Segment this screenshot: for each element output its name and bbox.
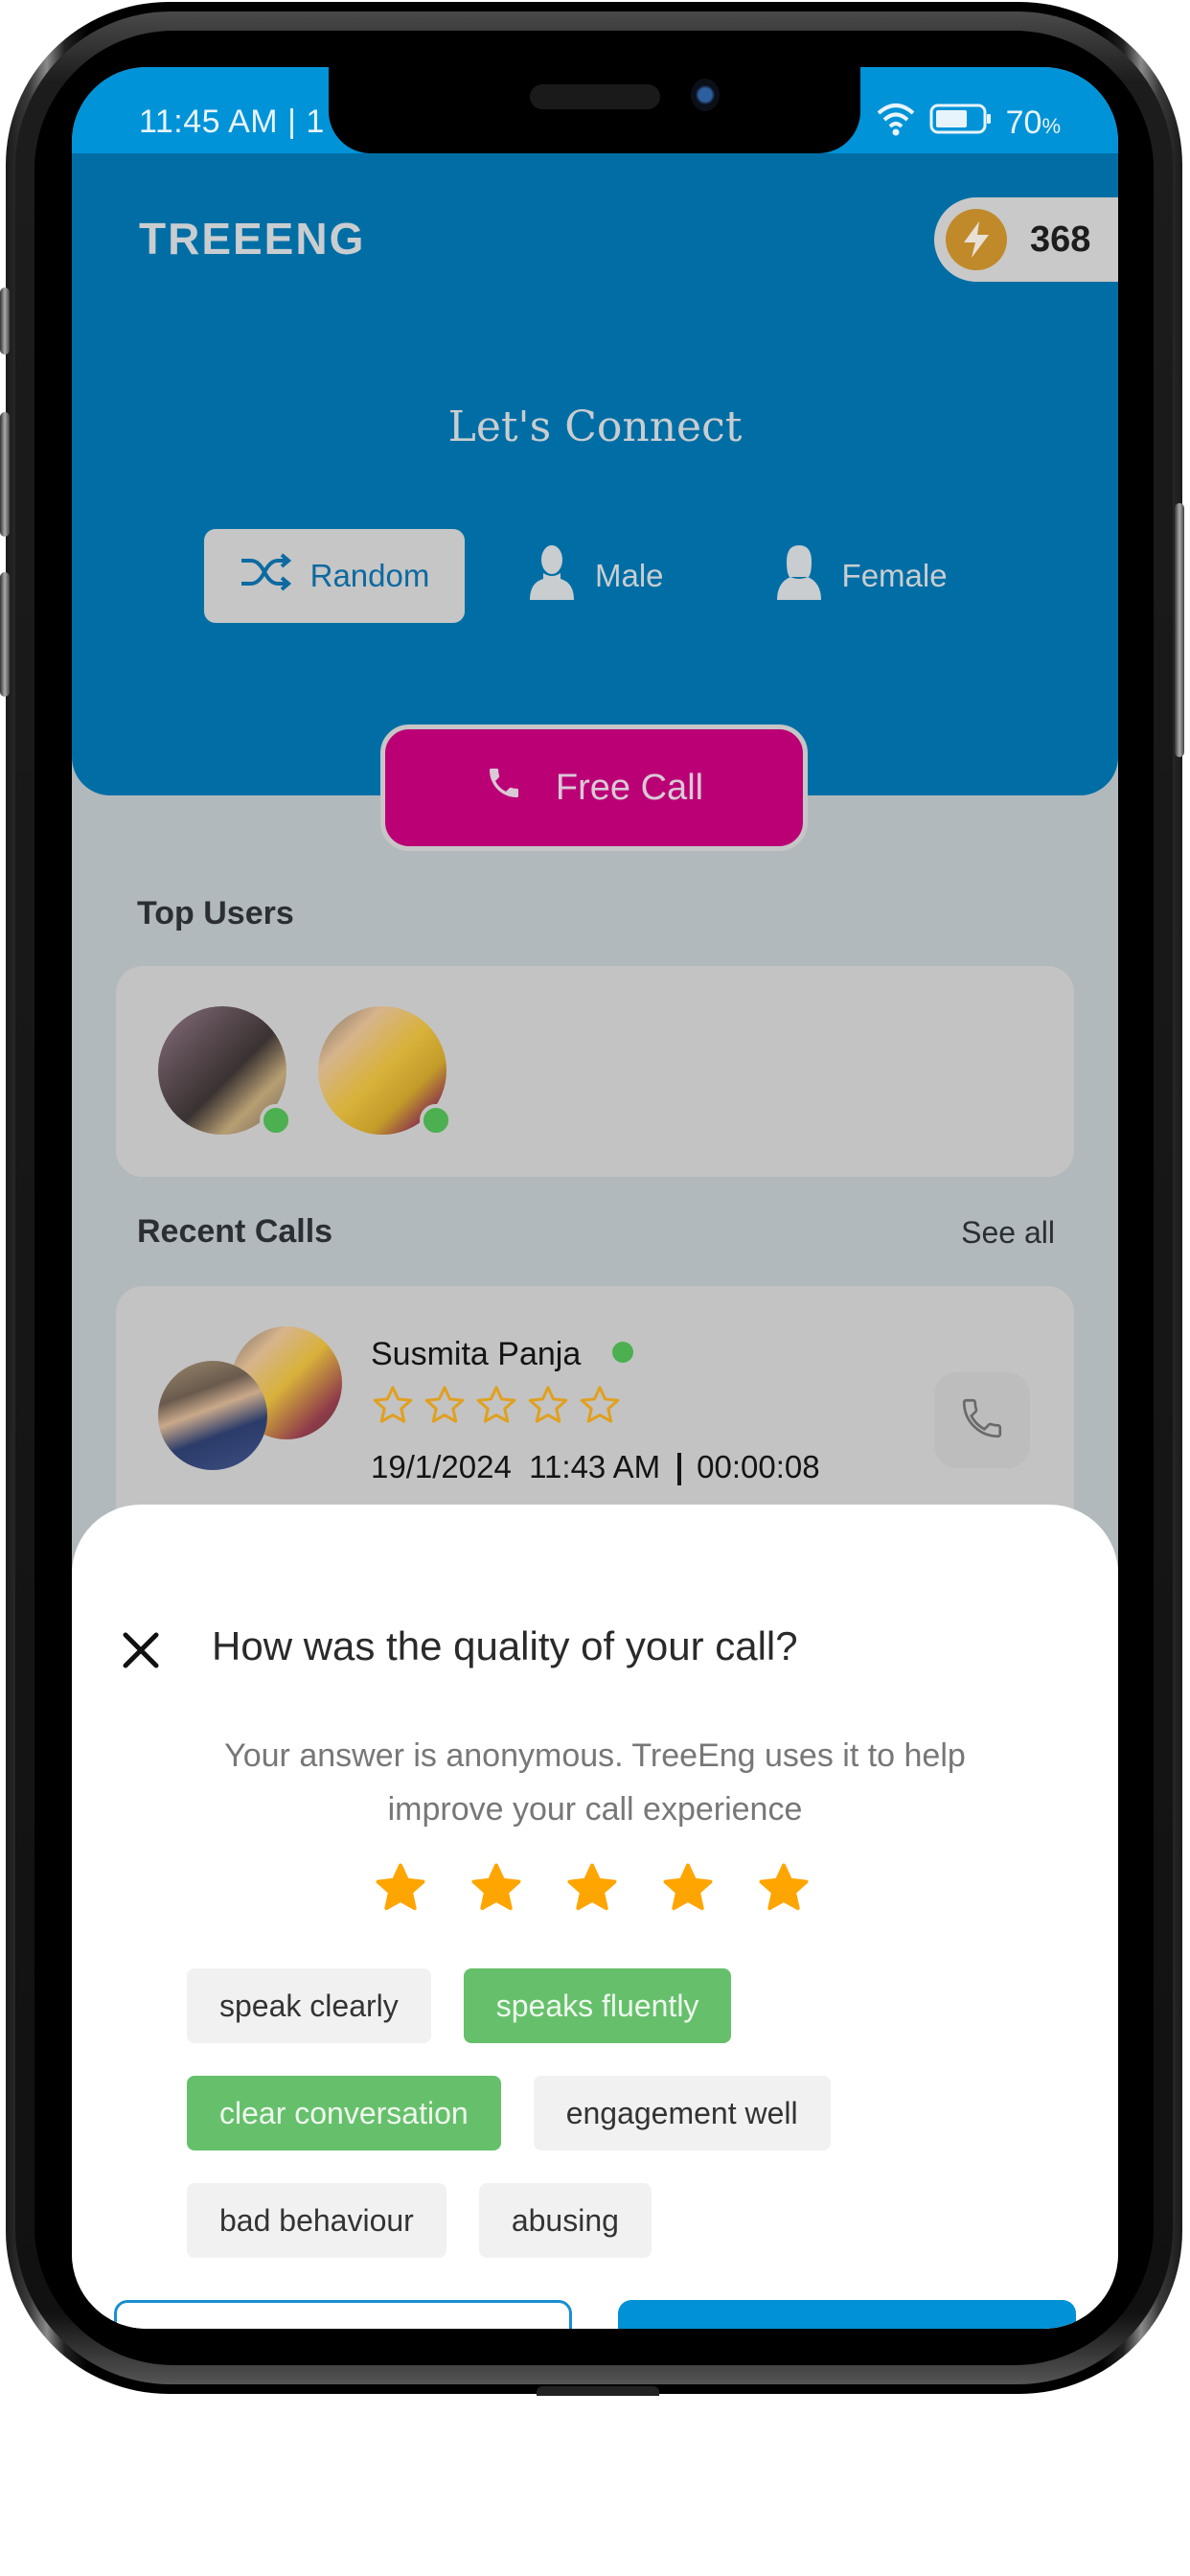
male-user-icon [528,544,595,608]
coins-count: 368 [1030,218,1091,260]
female-user-icon [775,544,842,608]
volume-up-button [0,412,10,537]
top-users-heading: Top Users [137,895,294,932]
status-time: 11:45 AM | 1 [139,104,325,140]
app-header: TREEENG 368 Let's Connect Random Male Fe… [72,153,1118,795]
close-button[interactable] [120,1631,162,1673]
star-filled-icon[interactable] [562,1859,622,1923]
camera-notch [329,67,860,153]
phone-icon [485,764,556,812]
star-filled-icon[interactable] [467,1859,526,1923]
star-filled-icon[interactable] [371,1859,430,1923]
coins-balance-badge[interactable]: 368 [934,197,1118,282]
star-outline-icon [528,1386,568,1423]
charging-port [537,2386,659,2396]
call-time: 11:43 AM [529,1449,661,1484]
tag-abusing[interactable]: abusing [478,2183,652,2258]
call-feedback-sheet: How was the quality of your call? Your a… [72,1505,1118,2329]
call-back-button[interactable] [934,1372,1030,1468]
caller-avatar [158,1361,267,1470]
meta-divider [677,1453,682,1486]
mute-switch [0,288,10,355]
star-rating-input [371,1859,813,1923]
status-bar: 11:45 AM | 1 70% [72,67,1118,153]
tag-speak-clearly[interactable]: speak clearly [187,1968,431,2043]
call-meta: 19/1/2024 11:43 AM 00:00:08 [371,1449,820,1486]
gender-filter-tabs: Random Male Female [204,529,948,623]
filter-female-label: Female [841,558,948,593]
front-camera [691,79,720,111]
earpiece-speaker [530,84,660,109]
battery-icon [929,104,993,143]
feedback-title: How was the quality of your call? [212,1623,798,1668]
star-outline-icon [580,1386,620,1423]
app-screen: 11:45 AM | 1 70% TREEENG 368 Let's Conne… [72,67,1118,2329]
recent-call-item[interactable]: Susmita Panja 19/1/2024 11:43 AM 00:00:08 [116,1286,1074,1535]
shuffle-icon [240,553,310,599]
star-filled-icon[interactable] [658,1859,718,1923]
call-date: 19/1/2024 [371,1449,512,1484]
star-outline-icon [424,1386,465,1423]
close-icon [122,1631,160,1674]
online-status-dot [260,1104,292,1137]
battery-percent: 70% [1005,104,1061,141]
online-status-dot [612,1342,633,1363]
power-button [1175,503,1184,757]
not-now-button[interactable]: Not now [114,2300,572,2329]
filter-male[interactable]: Male [528,529,664,623]
tag-speaks-fluently[interactable]: speaks fluently [463,1968,732,2043]
free-call-button[interactable]: Free Call [380,724,808,851]
see-all-link[interactable]: See all [961,1215,1055,1251]
wifi-icon [876,102,916,145]
volume-down-button [0,572,10,697]
filter-female[interactable]: Female [775,529,948,623]
app-logo-text: TREEENG [139,214,366,264]
tag-clear-conversation[interactable]: clear conversation [187,2076,501,2150]
call-rating-stars [371,1384,622,1428]
feedback-subtitle: Your answer is anonymous. TreeEng uses i… [224,1737,966,1828]
star-filled-icon[interactable] [754,1859,813,1923]
online-status-dot [420,1104,452,1137]
free-call-label: Free Call [555,767,704,808]
star-outline-icon [373,1386,413,1423]
filter-random[interactable]: Random [204,529,465,623]
tag-engagement-well[interactable]: engagement well [533,2076,831,2150]
call-duration: 00:00:08 [697,1449,820,1484]
submit-button[interactable]: Submit [618,2300,1076,2329]
filter-male-label: Male [595,558,664,593]
tag-bad-behaviour[interactable]: bad behaviour [187,2183,446,2258]
phone-outline-icon [958,1394,1006,1447]
lightning-icon [946,209,1007,270]
filter-random-label: Random [309,558,430,593]
connect-tagline: Let's Connect [447,402,743,451]
top-users-card [116,966,1074,1177]
star-outline-icon [476,1386,516,1423]
feedback-tags: speak clearly speaks fluently clear conv… [187,1968,915,2290]
callee-name: Susmita Panja [371,1336,582,1372]
recent-calls-heading: Recent Calls [137,1213,333,1250]
status-icons: 70% [876,102,1061,145]
